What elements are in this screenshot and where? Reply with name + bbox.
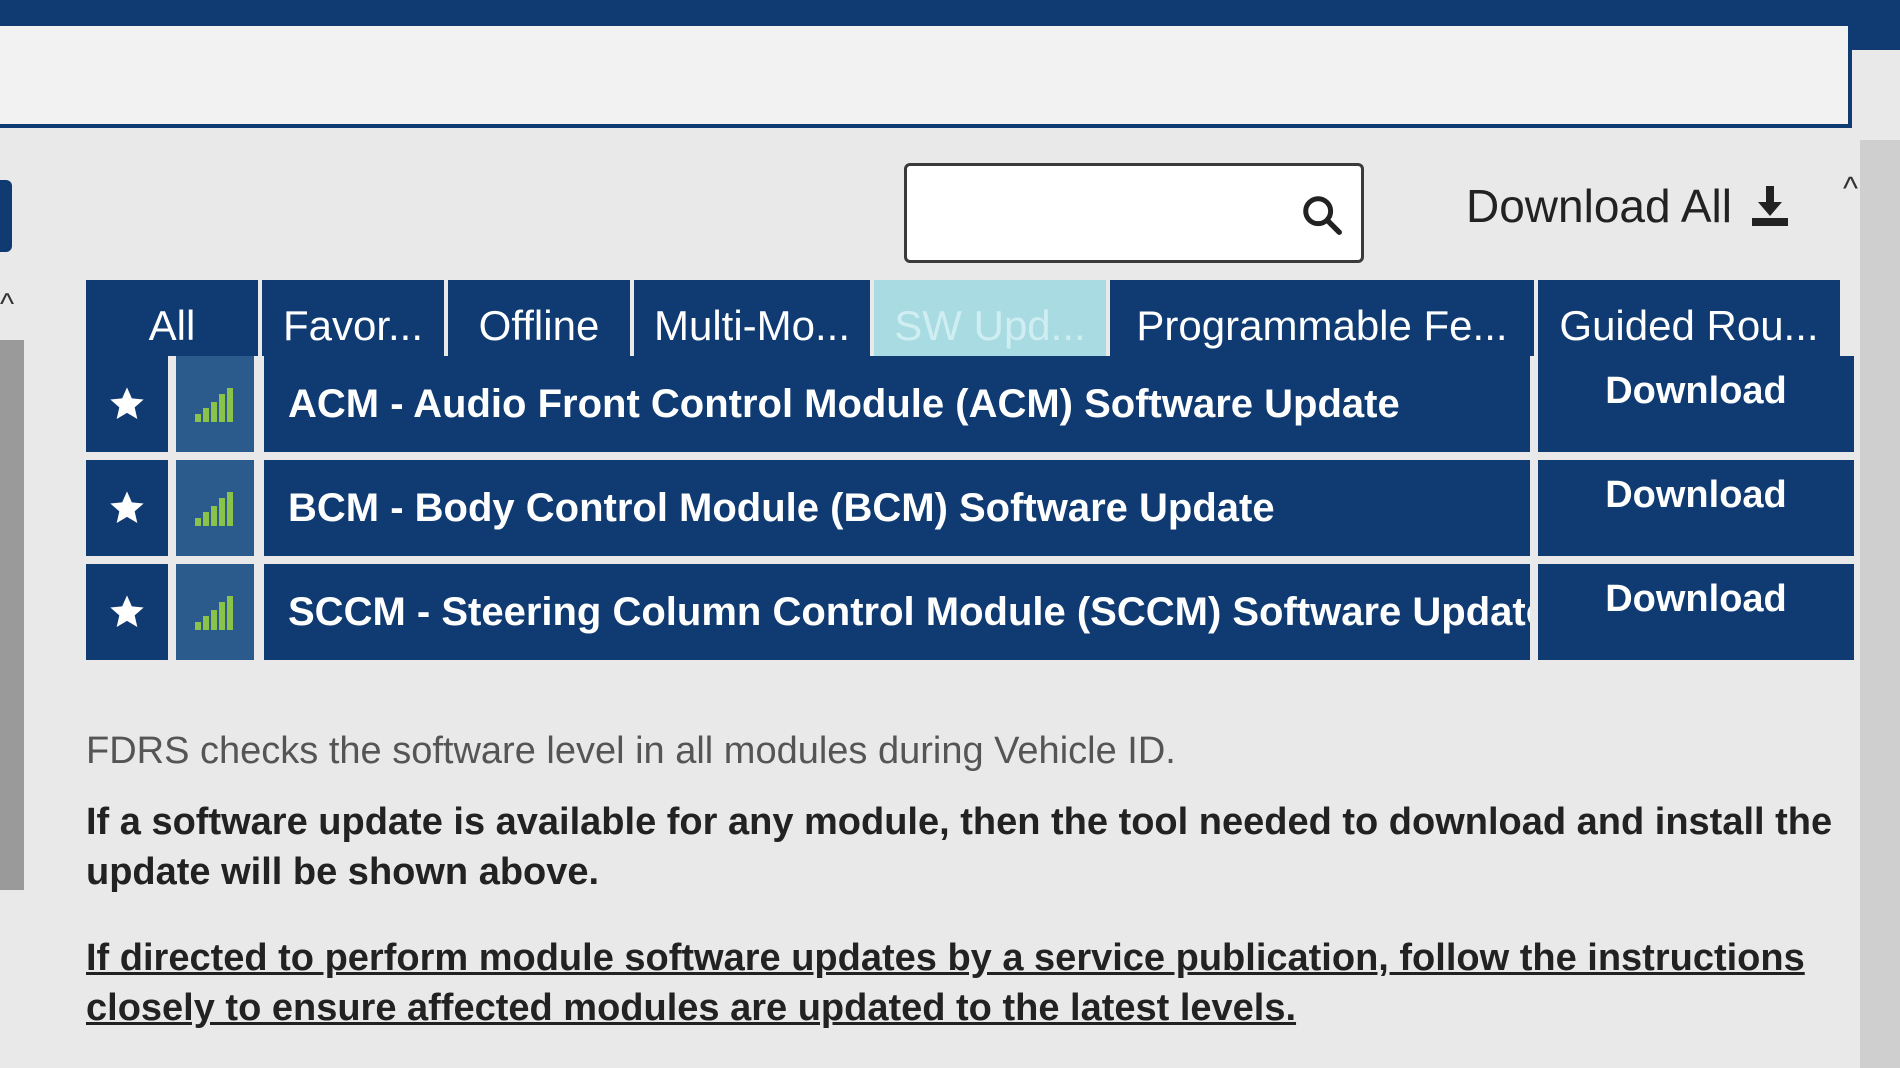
left-panel-tab[interactable] xyxy=(0,180,12,252)
right-scrollbar[interactable] xyxy=(1860,140,1900,1068)
chevron-up-icon[interactable]: ^ xyxy=(0,290,14,320)
favorite-toggle[interactable] xyxy=(86,460,168,556)
star-icon xyxy=(110,595,144,627)
table-row: ACM - Audio Front Control Module (ACM) S… xyxy=(86,356,1854,452)
star-icon xyxy=(110,387,144,419)
search-icon[interactable] xyxy=(1299,192,1345,238)
download-icon xyxy=(1751,186,1788,226)
table-row: BCM - Body Control Module (BCM) Software… xyxy=(86,460,1854,556)
search-input[interactable] xyxy=(917,176,1301,254)
table-row: SCCM - Steering Column Control Module (S… xyxy=(86,564,1854,660)
top-panel xyxy=(0,22,1852,128)
signal-indicator xyxy=(176,460,254,556)
signal-bars-icon xyxy=(195,596,233,630)
download-all-button[interactable]: Download All xyxy=(1466,176,1794,236)
star-icon xyxy=(110,491,144,523)
favorite-toggle[interactable] xyxy=(86,356,168,452)
signal-bars-icon xyxy=(195,492,233,526)
info-link[interactable]: If directed to perform module software u… xyxy=(86,933,1846,1033)
info-line-1: FDRS checks the software level in all mo… xyxy=(86,730,1176,772)
info-line-2: If a software update is available for an… xyxy=(86,801,1833,893)
download-button[interactable]: Download xyxy=(1538,356,1854,452)
row-title[interactable]: BCM - Body Control Module (BCM) Software… xyxy=(264,460,1530,556)
download-all-label: Download All xyxy=(1466,180,1732,232)
row-title[interactable]: ACM - Audio Front Control Module (ACM) S… xyxy=(264,356,1530,452)
signal-indicator xyxy=(176,564,254,660)
favorite-toggle[interactable] xyxy=(86,564,168,660)
signal-indicator xyxy=(176,356,254,452)
chevron-up-icon[interactable]: ^ xyxy=(1843,172,1858,204)
left-scrollbar[interactable] xyxy=(0,340,24,890)
signal-bars-icon xyxy=(195,388,233,422)
info-text: FDRS checks the software level in all mo… xyxy=(86,730,1846,1033)
download-button[interactable]: Download xyxy=(1538,564,1854,660)
search-box xyxy=(904,163,1364,263)
download-button[interactable]: Download xyxy=(1538,460,1854,556)
row-title[interactable]: SCCM - Steering Column Control Module (S… xyxy=(264,564,1530,660)
